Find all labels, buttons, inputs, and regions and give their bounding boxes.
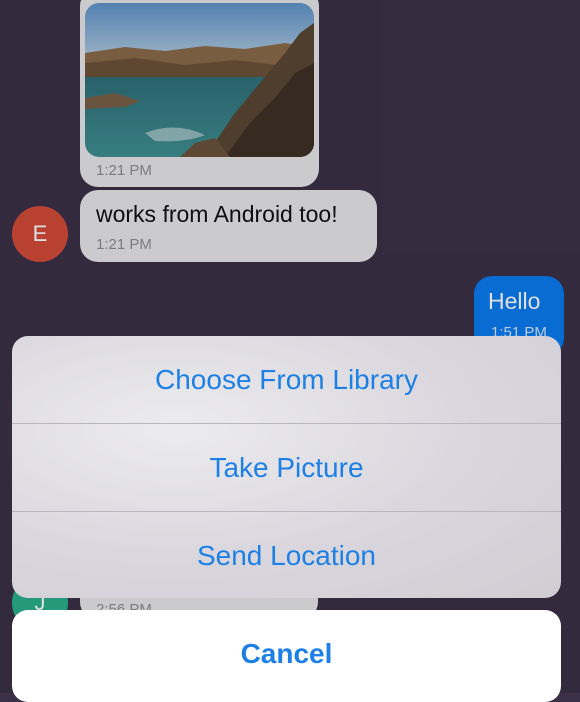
take-picture-button[interactable]: Take Picture xyxy=(12,424,561,511)
choose-from-library-button[interactable]: Choose From Library xyxy=(12,336,561,423)
send-location-button[interactable]: Send Location xyxy=(12,512,561,598)
cancel-button[interactable]: Cancel xyxy=(12,610,561,702)
action-sheet: Choose From Library Take Picture Send Lo… xyxy=(12,336,561,598)
